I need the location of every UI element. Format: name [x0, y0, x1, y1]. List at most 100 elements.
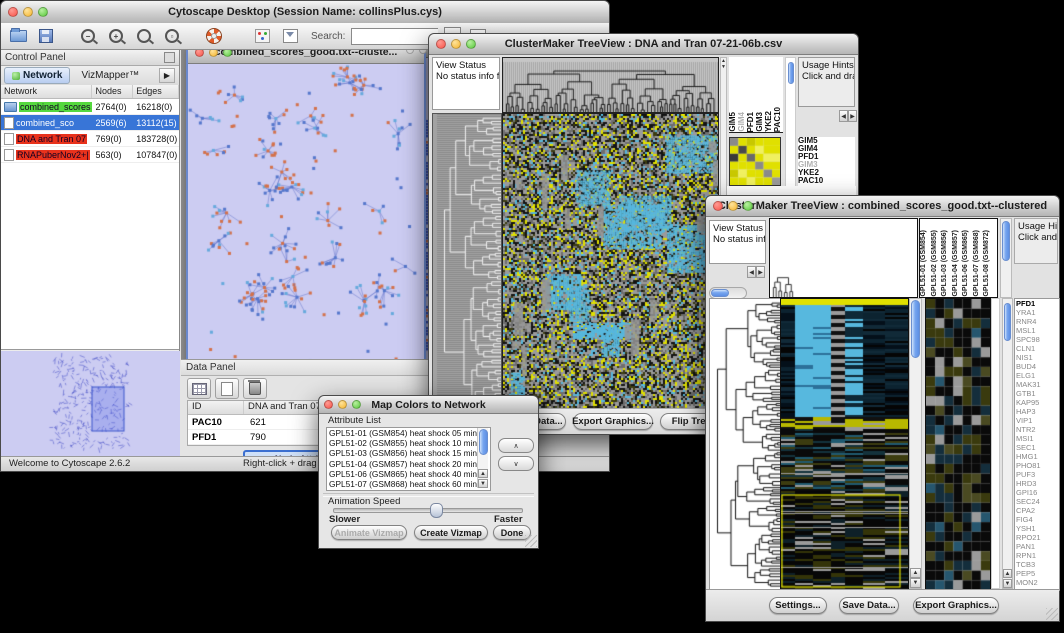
network-list-row[interactable]: combined_scores2764(0)16218(0) [1, 99, 179, 115]
treeview1-titlebar[interactable]: ClusterMaker TreeView : DNA and Tran 07-… [429, 34, 858, 55]
close-icon[interactable] [436, 39, 446, 49]
gene-list-item[interactable]: TCB3 [1015, 560, 1059, 569]
attribute-list-item[interactable]: GPL51-02 (GSM855) heat shock 10 min [327, 438, 490, 448]
row-label[interactable]: PAC10 [798, 177, 855, 185]
birds-eye-overview[interactable] [1, 351, 179, 457]
gene-list-item[interactable]: YSH1 [1015, 524, 1059, 533]
map-dialog-titlebar[interactable]: Map Colors to Network [319, 396, 538, 414]
gene-list-item[interactable]: PFD1 [1015, 299, 1059, 308]
zoom-fit-button[interactable] [133, 26, 155, 46]
column-label[interactable]: GPL51-06 (GSM865) [962, 230, 973, 297]
minimize-icon[interactable] [451, 39, 461, 49]
treeview2-row-dendrogram[interactable] [709, 298, 781, 591]
scroll-down-icon[interactable]: ▼ [478, 479, 488, 488]
delete-attribute-button[interactable] [243, 378, 267, 399]
gene-list-item[interactable]: PEP5 [1015, 569, 1059, 578]
gene-list-item[interactable]: RPN1 [1015, 551, 1059, 560]
tab-vizmapper[interactable]: VizMapper™ [73, 67, 147, 84]
treeview1-column-dendrogram[interactable] [502, 57, 719, 113]
hscroll-thumb[interactable] [711, 289, 729, 297]
col-nodes[interactable]: Nodes [92, 85, 133, 98]
save-session-button[interactable] [35, 26, 57, 46]
help-button[interactable] [203, 26, 225, 46]
treeview2-zoom-scroll-strip[interactable] [991, 298, 1000, 589]
network-window-controls[interactable] [195, 50, 232, 57]
gene-list-item[interactable]: SEC24 [1015, 497, 1059, 506]
gene-list-item[interactable]: FIG4 [1015, 515, 1059, 524]
zoom-window-icon[interactable] [38, 7, 48, 17]
attribute-list-item[interactable]: GPL51-03 (GSM856) heat shock 15 min [327, 448, 490, 458]
scroll-up-icon[interactable]: ▲ [910, 568, 921, 578]
open-session-button[interactable] [7, 26, 29, 46]
network-list-header[interactable]: Network Nodes Edges [1, 85, 179, 99]
column-label[interactable]: GPL51-07 (GSM868) [973, 230, 984, 297]
treeview2-zoom-heatmap[interactable] [925, 298, 991, 591]
gene-list-item[interactable]: YRA1 [1015, 308, 1059, 317]
move-down-button[interactable]: ∨ [498, 456, 534, 471]
attribute-list-item[interactable]: GPL51-04 (GSM857) heat shock 20 min [327, 459, 490, 469]
scroll-right-icon[interactable]: ▶ [848, 110, 857, 122]
close-icon[interactable] [713, 201, 723, 211]
scroll-up-icon[interactable]: ▲ [478, 469, 488, 478]
scroll-left-icon[interactable]: ◀ [747, 266, 756, 278]
network-canvas[interactable] [188, 64, 420, 372]
filter-button[interactable] [279, 26, 301, 46]
scroll-down-icon[interactable]: ▼ [1003, 579, 1012, 588]
gene-list-item[interactable]: CLN1 [1015, 344, 1059, 353]
settings-button[interactable]: Settings... [769, 597, 827, 614]
resize-grip[interactable] [1046, 608, 1058, 620]
gene-list-item[interactable]: NIS1 [1015, 353, 1059, 362]
new-attribute-button[interactable] [215, 378, 239, 399]
treeview2-heatmap-vscrollbar[interactable]: ▲ ▼ [909, 298, 922, 589]
save-data-button[interactable]: Save Data... [839, 597, 899, 614]
slider-thumb[interactable] [430, 503, 443, 518]
minimize-icon[interactable] [419, 50, 427, 54]
gene-list-item[interactable]: HAP3 [1015, 407, 1059, 416]
animate-vizmap-button[interactable]: Animate Vizmap [331, 525, 407, 540]
search-input[interactable] [351, 28, 438, 45]
gene-list-item[interactable]: KAP95 [1015, 398, 1059, 407]
treeview2-genelist-vscrollbar[interactable]: ▲ ▼ [1002, 298, 1013, 589]
attribute-list-item[interactable]: GPL51-06 (GSM865) heat shock 40 min [327, 469, 490, 479]
zoom-out-button[interactable]: − [77, 26, 99, 46]
gene-list-item[interactable]: RNR4 [1015, 317, 1059, 326]
column-label[interactable]: GPL51-03 (GSM856) [941, 230, 952, 297]
col-edges[interactable]: Edges [133, 85, 179, 98]
gene-list-item[interactable]: RPO21 [1015, 533, 1059, 542]
treeview1-row-dendrogram[interactable] [432, 113, 502, 417]
minimize-icon[interactable] [23, 7, 33, 17]
col-id[interactable]: ID [188, 401, 244, 414]
gene-list-item[interactable]: PHO81 [1015, 461, 1059, 470]
gene-list-item[interactable]: HRD3 [1015, 479, 1059, 488]
window-controls[interactable] [8, 7, 48, 17]
gene-list-item[interactable]: NTR2 [1015, 425, 1059, 434]
gene-list-item[interactable]: PUF3 [1015, 470, 1059, 479]
attribute-list[interactable]: GPL51-01 (GSM854) heat shock 05 minGPL51… [326, 427, 491, 491]
treeview2-global-heatmap[interactable] [780, 298, 909, 591]
gene-list-item[interactable]: GPI16 [1015, 488, 1059, 497]
attribute-list-item[interactable]: GPL51-07 (GSM868) heat shock 60 min [327, 479, 490, 489]
create-vizmap-button[interactable]: Create Vizmap [414, 525, 488, 540]
column-label[interactable]: PAC10 [774, 107, 783, 132]
network-list-row[interactable]: DNA and Tran 07769(0)183728(0) [1, 131, 179, 147]
vscroll-thumb[interactable] [479, 429, 488, 455]
column-label[interactable]: GPL51-01 (GSM854) [920, 230, 931, 297]
close-icon[interactable] [406, 50, 414, 54]
treeview2-column-dendrogram-area[interactable] [769, 218, 918, 298]
gene-list-item[interactable]: GTB1 [1015, 389, 1059, 398]
vizmapper-button[interactable] [251, 26, 273, 46]
treeview1-global-heatmap[interactable] [502, 113, 719, 417]
zoom-window-icon[interactable] [352, 400, 361, 409]
gene-list-item[interactable]: CPA2 [1015, 506, 1059, 515]
scroll-right-icon[interactable]: ▶ [756, 266, 765, 278]
gene-list-item[interactable]: HMG1 [1015, 452, 1059, 461]
zoom-in-button[interactable]: + [105, 26, 127, 46]
tab-network[interactable]: Network [4, 67, 70, 84]
treeview2-label-vscrollbar[interactable] [1000, 218, 1012, 298]
close-icon[interactable] [324, 400, 333, 409]
treeview2-titlebar[interactable]: ClusterMaker TreeView : combined_scores_… [706, 196, 1059, 217]
col-network[interactable]: Network [1, 85, 92, 98]
export-graphics-button[interactable]: Export Graphics... [913, 597, 999, 614]
gene-list-item[interactable]: SPC98 [1015, 335, 1059, 344]
close-icon[interactable] [8, 7, 18, 17]
